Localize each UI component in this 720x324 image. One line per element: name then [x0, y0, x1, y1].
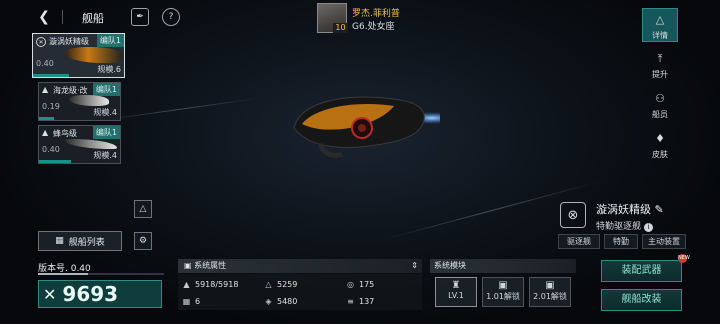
lock-icon: ▣: [545, 280, 555, 291]
details-icon: △: [655, 13, 665, 26]
nav-upgrade[interactable]: ⤒ 提升: [642, 52, 678, 80]
armor-icon: △: [265, 279, 272, 289]
ship-name: 漩涡妖精级: [49, 37, 89, 46]
ship-class-icon: ⊗: [560, 202, 586, 228]
fleet-tag: 编队1: [96, 34, 124, 47]
nav-skin[interactable]: ♦ 皮肤: [642, 132, 678, 160]
ship-scale: 规模.4: [93, 151, 117, 160]
back-button[interactable]: ❮: [36, 9, 52, 25]
commander-position: G6.处女座: [352, 22, 395, 32]
divider: [62, 10, 63, 24]
class-icon: ▲: [42, 85, 49, 94]
fleet-card-1[interactable]: ▲ 海龙级·改 编队1 0.19 规模.4: [38, 82, 121, 121]
stat-shield: ◎ 175: [347, 279, 375, 289]
module-icon: ♜: [451, 280, 461, 291]
fleet-tag: 编队1: [92, 83, 120, 96]
tag-active-device: 主动装置: [642, 234, 686, 249]
weapon-icon: ▦: [182, 296, 191, 306]
grid-icon: ▦: [55, 236, 64, 246]
version-bar: [38, 273, 164, 275]
ship-model[interactable]: [290, 88, 440, 168]
hull-icon: ▲: [183, 279, 190, 289]
system-attributes-title: 系统属性: [194, 261, 227, 270]
stat-hull: ▲ 5918/5918: [183, 279, 239, 289]
tag-special: 特勤: [604, 234, 638, 249]
ship-type: 特勤驱逐舰 i: [596, 219, 653, 232]
combat-power-value: 9693: [62, 282, 119, 306]
ship-power: 0.19: [42, 102, 60, 111]
speed-icon: ◈: [265, 296, 272, 306]
class-icon: ✕: [36, 37, 46, 47]
ship-thumbnail: [69, 95, 109, 106]
help-icon[interactable]: ?: [162, 8, 180, 26]
module-slot-1[interactable]: ♜ LV.1: [435, 277, 477, 307]
nav-label: 皮肤: [652, 150, 668, 159]
system-modules-title: 系统模块: [434, 261, 466, 270]
nav-label: 提升: [652, 70, 668, 79]
ship-refit-button[interactable]: 舰船改装: [601, 289, 682, 311]
crossed-swords-icon: ✕: [43, 284, 57, 304]
nav-label: 详情: [652, 31, 668, 40]
module-slot-3[interactable]: ▣ 2.01解锁: [529, 277, 571, 307]
fleet-tag: 编队1: [92, 126, 120, 139]
formation-icon[interactable]: △: [134, 200, 152, 218]
tag-destroyer: 驱逐舰: [558, 234, 600, 249]
system-attributes-header[interactable]: ▣ 系统属性 ⇕: [178, 259, 422, 273]
upgrade-icon: ⤒: [657, 52, 663, 65]
ship-power: 0.40: [42, 145, 60, 154]
info-icon[interactable]: i: [643, 223, 653, 232]
skin-icon: ♦: [655, 132, 665, 145]
new-badge: NEW: [678, 254, 690, 263]
stat-range: ≡ 137: [347, 296, 375, 306]
nav-details[interactable]: △ 详情: [642, 8, 678, 42]
power-bar: [33, 74, 70, 77]
commander-level: 10: [333, 23, 348, 33]
range-icon: ≡: [347, 296, 354, 306]
page-title: 舰船: [82, 12, 104, 25]
stat-speed: ◈ 5480: [265, 296, 298, 306]
commander-name: 罗杰.菲利普: [352, 9, 400, 19]
power-bar: [39, 117, 55, 120]
rename-icon[interactable]: ✒: [131, 8, 149, 26]
stat-weapon: ▦ 6: [182, 296, 201, 306]
equip-weapons-button[interactable]: 装配武器: [601, 260, 682, 282]
compare-icon[interactable]: ⚙: [134, 232, 152, 250]
attributes-icon: ▣: [184, 261, 192, 270]
stat-armor: △ 5259: [265, 279, 298, 289]
crew-icon: ⚇: [655, 92, 665, 105]
nav-label: 船员: [652, 110, 668, 119]
nav-crew[interactable]: ⚇ 船员: [642, 92, 678, 120]
lock-icon: ▣: [498, 280, 508, 291]
fleet-card-2[interactable]: ▲ 蜂鸟级 编队1 0.40 规模.4: [38, 125, 121, 164]
ship-name-title: 漩涡妖精级 ✎: [596, 203, 664, 216]
ship-list-button[interactable]: ▦ 舰船列表: [38, 231, 122, 251]
ship-thumbnail: [65, 47, 123, 63]
combat-power: ✕ 9693: [38, 280, 162, 308]
ship-list-label: 舰船列表: [68, 237, 105, 248]
fleet-card-0[interactable]: ✕ 漩涡妖精级 编队1 0.40 规模.6: [32, 33, 125, 78]
power-bar: [39, 160, 72, 163]
ship-power: 0.40: [36, 59, 54, 68]
ship-scale: 规模.6: [97, 65, 121, 74]
system-modules-header: 系统模块: [430, 259, 576, 273]
expand-icon[interactable]: ⇕: [411, 259, 418, 273]
ship-name: 蜂鸟级: [53, 129, 77, 138]
core: [358, 124, 366, 132]
ship-scale: 规模.4: [93, 108, 117, 117]
edit-icon[interactable]: ✎: [655, 203, 664, 216]
class-icon: ▲: [42, 128, 49, 137]
ship-thumbnail: [65, 139, 117, 149]
shield-icon: ◎: [347, 279, 354, 289]
module-slot-2[interactable]: ▣ 1.01解锁: [482, 277, 524, 307]
